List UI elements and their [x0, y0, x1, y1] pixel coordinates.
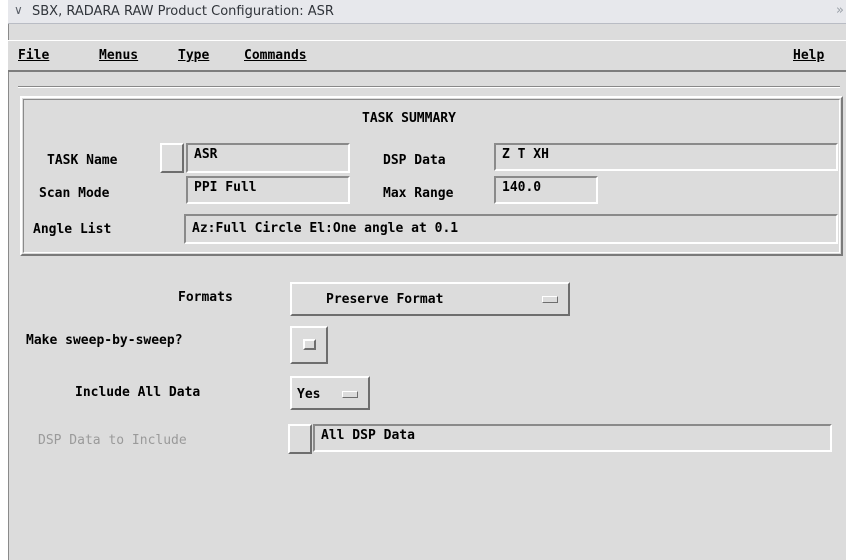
sweep-label: Make sweep-by-sweep?: [26, 333, 183, 348]
menu-bar: File Menus Type Commands Help: [8, 40, 846, 72]
formats-option-menu[interactable]: Preserve Format: [290, 282, 570, 316]
checkbox-indicator-icon: [303, 339, 316, 350]
include-all-label: Include All Data: [75, 385, 201, 400]
angle-list-field: Az:Full Circle El:One angle at 0.1: [184, 214, 838, 244]
task-summary-heading: TASK SUMMARY: [362, 111, 456, 126]
include-all-option-menu[interactable]: Yes: [290, 376, 370, 410]
angle-list-label: Angle List: [33, 222, 112, 237]
dsp-include-field: All DSP Data: [313, 424, 832, 452]
close-icon[interactable]: »: [836, 3, 844, 18]
dsp-data-field: Z T XH: [494, 143, 838, 171]
dsp-data-label: DSP Data: [383, 153, 446, 168]
title-bar: ∨ SBX, RADARA RAW Product Configuration:…: [8, 0, 846, 24]
menu-commands[interactable]: Commands: [244, 48, 307, 63]
include-all-value: Yes: [297, 387, 321, 402]
menu-menus-label: Menus: [99, 48, 139, 63]
window-title: SBX, RADARA RAW Product Configuration: A…: [32, 4, 334, 19]
dsp-include-select-button[interactable]: [288, 424, 312, 454]
formats-value: Preserve Format: [326, 292, 444, 307]
formats-label: Formats: [178, 290, 233, 305]
menu-help-label: Help: [793, 48, 825, 63]
dsp-include-label: DSP Data to Include: [38, 433, 187, 448]
menu-help[interactable]: Help: [793, 48, 824, 63]
menu-type[interactable]: Type: [178, 48, 209, 63]
task-name-select-button[interactable]: [160, 143, 184, 173]
menu-commands-label: Commands: [244, 48, 307, 63]
sweep-checkbox[interactable]: [290, 326, 328, 364]
menu-menus[interactable]: Menus: [99, 48, 138, 63]
task-name-label: TASK Name: [47, 153, 118, 168]
option-menu-indicator-icon: [342, 391, 358, 398]
scan-mode-label: Scan Mode: [39, 186, 110, 201]
task-name-field[interactable]: ASR: [186, 143, 350, 173]
menu-type-label: Type: [178, 48, 210, 63]
max-range-field: 140.0: [494, 176, 598, 204]
scan-mode-field: PPI Full: [186, 176, 350, 204]
menu-file[interactable]: File: [18, 48, 49, 63]
chevron-down-icon[interactable]: ∨: [14, 3, 23, 17]
max-range-label: Max Range: [383, 186, 454, 201]
separator: [18, 86, 840, 88]
option-menu-indicator-icon: [542, 296, 558, 303]
menu-file-label: File: [18, 48, 50, 63]
